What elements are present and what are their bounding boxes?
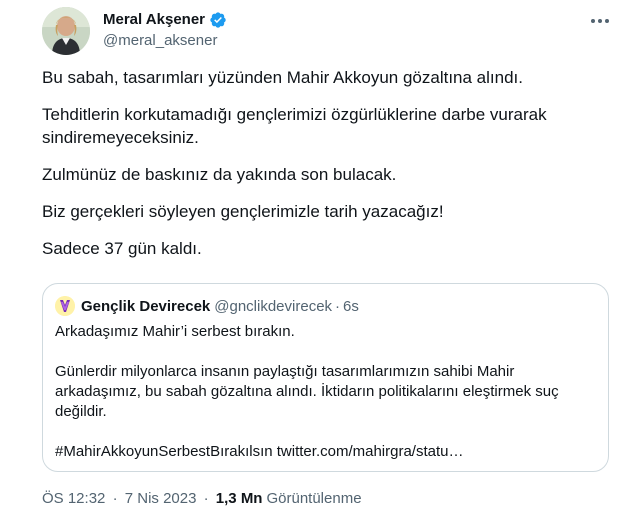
quoted-author-name: Gençlik Devirecek	[81, 297, 211, 315]
meta-separator: ·	[203, 490, 209, 507]
tweet-text: Bu sabah, tasarımları yüzünden Mahir Akk…	[42, 66, 612, 274]
meta-separator: ·	[112, 490, 118, 507]
tweet-paragraph: Biz gerçekleri söyleyen gençlerimizle ta…	[42, 202, 444, 221]
tweet-paragraph: Tehditlerin korkutamadığı gençlerimizi ö…	[42, 105, 547, 147]
tweet-paragraph: Sadece 37 gün kaldı.	[42, 239, 202, 258]
views-label: Görüntülenme	[266, 490, 362, 507]
quoted-tweet-card[interactable]: Gençlik Devirecek @gnclikdevirecek · 6s …	[42, 283, 609, 472]
views-count[interactable]: 1,3 Mn	[216, 490, 263, 507]
tweet: Meral Akşener @meral_aksener Bu sabah, t…	[0, 0, 624, 511]
verified-badge-icon	[209, 11, 227, 29]
tweet-time[interactable]: ÖS 12:32	[42, 490, 105, 507]
author-handle[interactable]: @meral_aksener	[103, 31, 217, 51]
quoted-tweet-header: Gençlik Devirecek @gnclikdevirecek · 6s	[55, 296, 359, 316]
quoted-tweet-text: Arkadaşımız Mahir’i serbest bırakın. Gün…	[55, 322, 600, 482]
author-avatar[interactable]	[42, 7, 90, 55]
more-options-button[interactable]	[588, 12, 612, 30]
tweet-date[interactable]: 7 Nis 2023	[125, 490, 197, 507]
profile-photo-icon	[42, 7, 90, 55]
author-name-row[interactable]: Meral Akşener	[103, 10, 227, 30]
tweet-meta: ÖS 12:32 · 7 Nis 2023 · 1,3 Mn Görüntülen…	[42, 489, 362, 509]
quoted-author-avatar	[55, 296, 75, 316]
quoted-timestamp: 6s	[343, 297, 359, 315]
tweet-paragraph: Zulmünüz de baskınız da yakında son bula…	[42, 165, 397, 184]
tweet-paragraph: Bu sabah, tasarımları yüzünden Mahir Akk…	[42, 68, 523, 87]
quoted-separator: ·	[335, 297, 341, 315]
quoted-author-handle: @gnclikdevirecek	[214, 297, 333, 315]
quoted-paragraph: #MahirAkkoyunSerbestBırakılsın twitter.c…	[55, 443, 464, 460]
three-dots-icon	[591, 19, 609, 23]
quoted-avatar-icon	[55, 296, 75, 316]
quoted-paragraph: Günlerdir milyonlarca insanın paylaştığı…	[55, 363, 559, 420]
author-name[interactable]: Meral Akşener	[103, 10, 205, 30]
quoted-paragraph: Arkadaşımız Mahir’i serbest bırakın.	[55, 323, 295, 340]
